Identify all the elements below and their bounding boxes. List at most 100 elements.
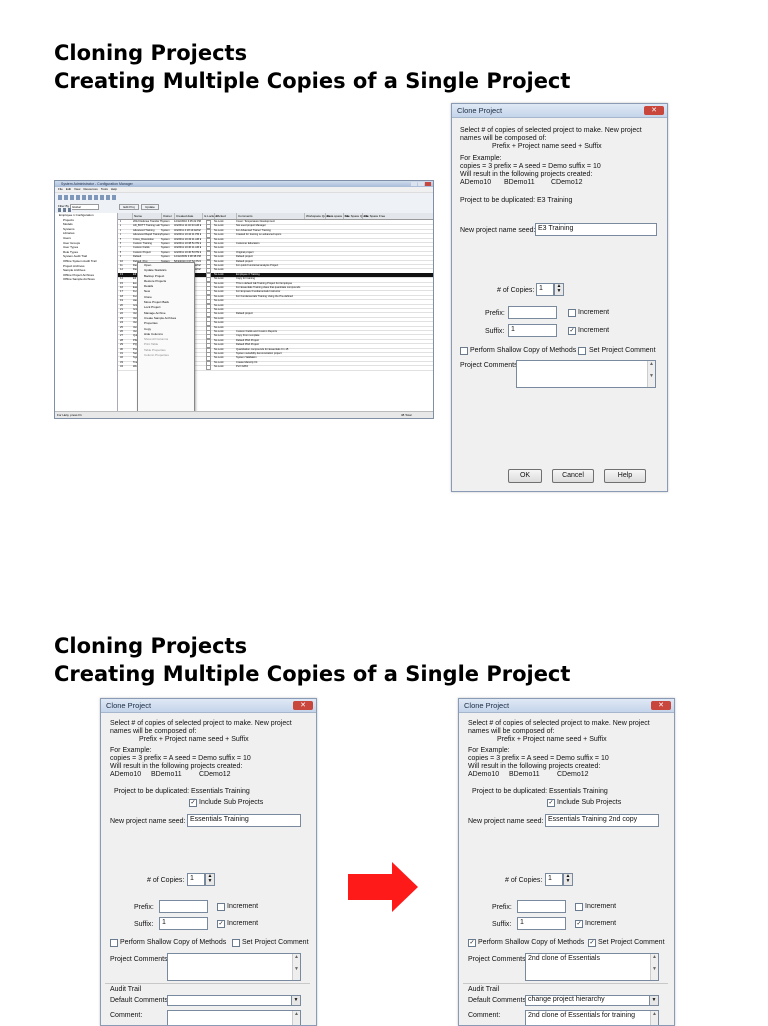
comments-textarea[interactable]: 2nd clone of Essentials ▲ ▼ xyxy=(525,953,659,981)
seed-input[interactable]: Essentials Training xyxy=(187,814,301,827)
menu-item[interactable]: View xyxy=(74,187,80,191)
comments-scrollbar[interactable]: ▲ ▼ xyxy=(292,954,300,980)
prefix-input[interactable] xyxy=(517,900,566,913)
suffix-label: Suffix: xyxy=(492,921,512,928)
update-button[interactable]: Update xyxy=(141,204,159,210)
context-menu-item[interactable]: Column Properties xyxy=(138,353,194,358)
set-comment-label: Set Project Comment xyxy=(598,939,665,946)
intro-line-2: names will be composed of: xyxy=(468,728,555,735)
include-sub-projects-checkbox[interactable]: ✓ xyxy=(547,799,555,807)
copies-spinner[interactable]: ▲ ▼ xyxy=(554,283,564,296)
intro-line-1: Select # of copies of selected project t… xyxy=(110,720,292,727)
column-header[interactable]: File Space Free xyxy=(362,213,385,219)
include-sub-projects-checkbox[interactable]: ✓ xyxy=(189,799,197,807)
example-name-1: ADemo10 xyxy=(468,771,500,778)
close-icon[interactable]: ✕ xyxy=(644,106,664,115)
copies-spinner[interactable]: ▲ ▼ xyxy=(563,873,573,886)
row-lock-checkbox[interactable] xyxy=(206,365,211,371)
copies-spinner[interactable]: ▲ ▼ xyxy=(205,873,215,886)
shallow-copy-label: Perform Shallow Copy of Methods xyxy=(120,939,227,946)
formula: Prefix + Project name seed + Suffix xyxy=(492,143,602,150)
cell-comments: For Essentials Training class that quant… xyxy=(236,286,301,289)
default-comments-dropdown[interactable]: ▼ xyxy=(167,995,301,1006)
comment-scrollbar[interactable]: ▲ xyxy=(650,1011,658,1025)
cell-locked: No Lock xyxy=(214,286,224,289)
prefix-label: Prefix: xyxy=(485,310,505,317)
menu-item[interactable]: Tools xyxy=(101,187,108,191)
cancel-button[interactable]: Cancel xyxy=(552,469,594,483)
seed-input[interactable]: Essentials Training 2nd copy xyxy=(545,814,659,827)
window-controls xyxy=(410,182,432,186)
audit-trail-label: Audit Trail xyxy=(468,986,500,993)
example-name-3: CDemo12 xyxy=(551,179,583,186)
shallow-copy-checkbox[interactable] xyxy=(110,939,118,947)
cell-date: 3/4/2011 11:40:33 AM EST xyxy=(174,224,201,228)
column-header[interactable]: Created date xyxy=(174,213,193,219)
cell-name: Advanced Training xyxy=(133,228,155,232)
menu-item[interactable]: Help xyxy=(111,187,117,191)
suffix-increment-checkbox[interactable]: ✓ xyxy=(568,327,576,335)
suffix-input[interactable]: 1 xyxy=(159,917,208,930)
close-icon[interactable]: ✕ xyxy=(293,701,313,710)
default-comments-dropdown[interactable]: change project hierarchy ▼ xyxy=(525,995,659,1006)
seed-input[interactable]: E3 Training xyxy=(535,223,657,236)
menu-item[interactable]: Resources xyxy=(83,187,97,191)
example-name-3: CDemo12 xyxy=(199,771,231,778)
comments-scrollbar[interactable]: ▲ ▼ xyxy=(647,361,655,387)
comments-textarea[interactable]: ▲ ▼ xyxy=(516,360,656,388)
ok-button[interactable]: OK xyxy=(508,469,542,483)
set-comment-checkbox[interactable]: ✓ xyxy=(588,939,596,947)
example-name-2: BDemo11 xyxy=(509,771,540,778)
cell-comments: PLX DATA xyxy=(236,365,249,369)
suffix-increment-checkbox[interactable]: ✓ xyxy=(217,920,225,928)
copies-input[interactable]: 1 xyxy=(545,873,563,886)
row-number: 16 xyxy=(120,286,123,289)
menu-item[interactable]: Edit xyxy=(66,187,71,191)
cell-comments: Default project xyxy=(236,312,253,316)
prefix-increment-checkbox[interactable] xyxy=(217,903,225,911)
prefix-increment-checkbox[interactable] xyxy=(575,903,583,911)
suffix-increment-checkbox[interactable]: ✓ xyxy=(575,920,583,928)
edit-proj-button[interactable]: Edit Proj xyxy=(119,204,139,210)
tree-item[interactable]: Offline Sample Archives xyxy=(55,277,117,282)
filter-dropdown[interactable]: Global xyxy=(70,204,99,210)
clone-project-dialog-3: Clone Project ✕ Select # of copies of se… xyxy=(458,698,675,1026)
shallow-copy-checkbox[interactable]: ✓ xyxy=(468,939,476,947)
column-header[interactable]: Comments xyxy=(236,213,253,219)
prefix-increment-checkbox[interactable] xyxy=(568,309,576,317)
cell-comments: Default PDA Project xyxy=(236,338,259,342)
copies-input[interactable]: 1 xyxy=(536,283,554,296)
maximize-icon[interactable] xyxy=(418,182,424,186)
column-header[interactable]: Locked xyxy=(214,213,226,219)
suffix-input[interactable]: 1 xyxy=(508,324,557,337)
comments-textarea[interactable]: ▲ ▼ xyxy=(167,953,301,981)
set-comment-label: Set Project Comment xyxy=(242,939,309,946)
cell-owner: System xyxy=(161,220,170,223)
row-number: 29 xyxy=(120,343,123,347)
close-icon[interactable] xyxy=(425,182,431,186)
prefix-input[interactable] xyxy=(508,306,557,319)
duplicate-value: Essentials Training xyxy=(191,788,250,795)
example-name-1: ADemo10 xyxy=(460,179,492,186)
cell-owner: System xyxy=(161,237,170,241)
menu-item[interactable]: File xyxy=(58,187,63,191)
comment-scrollbar[interactable]: ▲ xyxy=(292,1011,300,1025)
suffix-input[interactable]: 1 xyxy=(517,917,566,930)
copies-input[interactable]: 1 xyxy=(187,873,205,886)
minimize-icon[interactable] xyxy=(411,182,417,186)
help-button[interactable]: Help xyxy=(604,469,646,483)
shallow-copy-checkbox[interactable] xyxy=(460,347,468,355)
column-header[interactable]: Owner xyxy=(161,213,172,219)
comments-scrollbar[interactable]: ▲ ▼ xyxy=(650,954,658,980)
column-header[interactable]: Name xyxy=(132,213,142,219)
close-icon[interactable]: ✕ xyxy=(651,701,671,710)
chevron-down-icon[interactable]: ▼ xyxy=(291,996,300,1005)
row-number: 27 xyxy=(120,334,123,338)
cell-locked: No Lock xyxy=(214,338,224,342)
example-name-1: ADemo10 xyxy=(110,771,142,778)
set-comment-checkbox[interactable] xyxy=(232,939,240,947)
prefix-input[interactable] xyxy=(159,900,208,913)
set-comment-checkbox[interactable] xyxy=(578,347,586,355)
default-comments-label: Default Comments: xyxy=(468,997,528,1004)
chevron-down-icon[interactable]: ▼ xyxy=(649,996,658,1005)
